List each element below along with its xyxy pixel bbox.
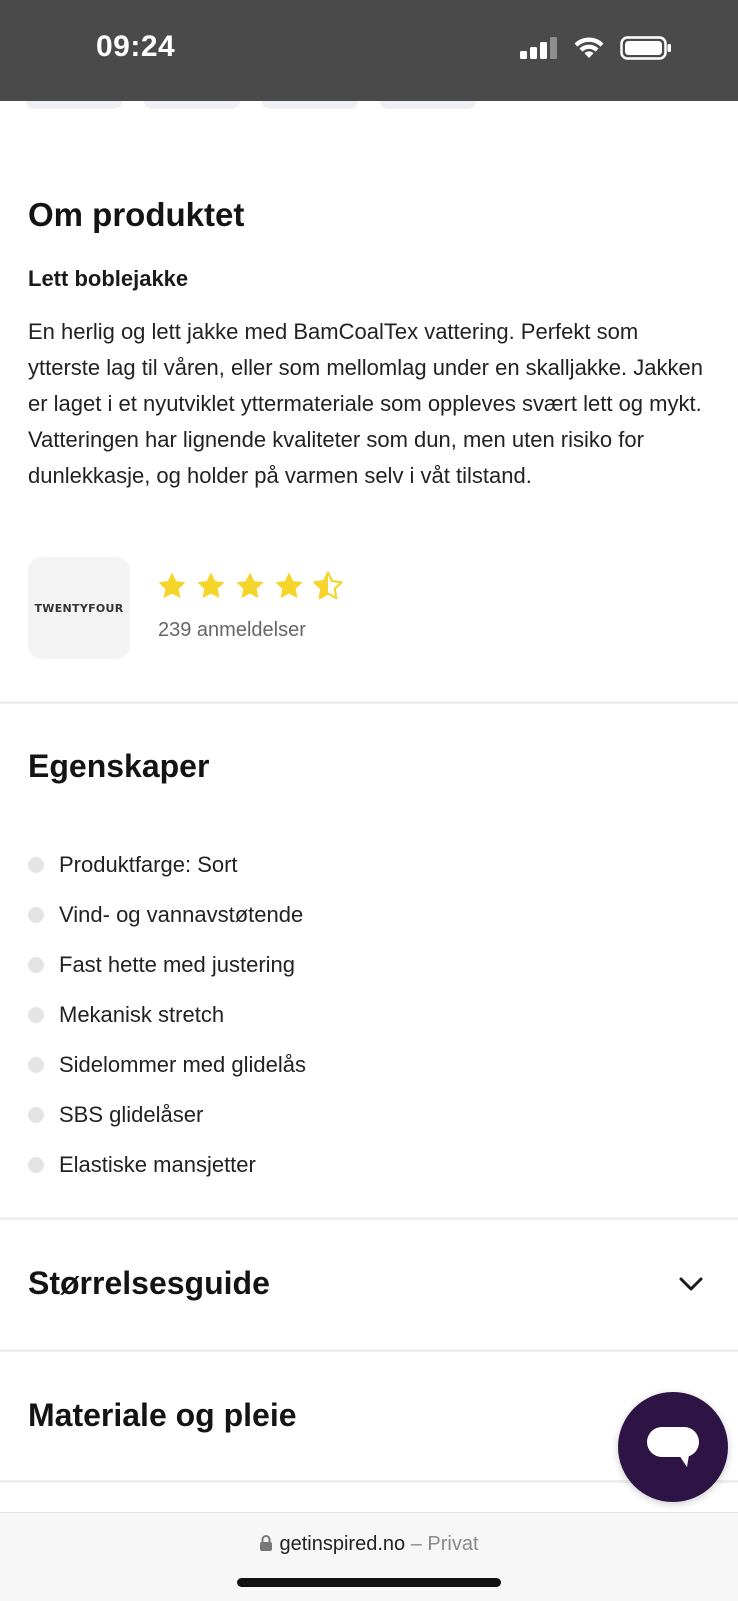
list-item: Fast hette med justering <box>28 940 306 990</box>
home-indicator[interactable] <box>237 1578 501 1587</box>
section-divider <box>0 701 738 704</box>
brand-logo-card[interactable]: TWENTYFOUR <box>28 557 130 659</box>
about-title: Om produktet <box>28 196 245 233</box>
list-item: Produktfarge: Sort <box>28 840 306 890</box>
swatch[interactable] <box>262 101 358 109</box>
chat-button[interactable] <box>618 1392 728 1502</box>
product-subtitle: Lett boblejakke <box>28 266 189 291</box>
bullet-dot <box>28 1157 44 1173</box>
bullet-dot <box>28 857 44 873</box>
list-item: Elastiske mansjetter <box>28 1140 306 1190</box>
bullet-dot <box>28 1007 44 1023</box>
url-domain: getinspired.no <box>279 1533 406 1555</box>
swatch[interactable] <box>144 101 240 109</box>
bullet-dot <box>28 957 44 973</box>
swatch[interactable] <box>26 101 122 109</box>
star-icon <box>236 572 264 599</box>
bullet-dot <box>28 907 44 923</box>
size-guide-accordion[interactable]: Størrelsesguide <box>0 1220 738 1348</box>
list-item: Vind- og vannavstøtende <box>28 890 306 940</box>
color-swatches-strip <box>0 101 738 113</box>
status-time: 09:24 <box>96 30 176 63</box>
features-title: Egenskaper <box>28 748 210 784</box>
half-star-icon <box>313 571 343 600</box>
list-item: Mekanisk stretch <box>28 990 306 1040</box>
browser-address-bar[interactable]: getinspired.no – Privat <box>0 1512 738 1601</box>
list-item: SBS glidelåser <box>28 1090 306 1140</box>
privacy-label: – Privat <box>410 1533 479 1555</box>
status-bar: 09:24 <box>0 0 738 101</box>
signal-icon <box>520 37 557 59</box>
wifi-icon <box>574 37 604 58</box>
bullet-dot <box>28 1107 44 1123</box>
star-icon <box>197 572 225 599</box>
battery-icon <box>620 36 671 60</box>
lock-icon <box>260 1535 273 1551</box>
product-description: En herlig og lett jakke med BamCoalTex v… <box>28 319 703 488</box>
section-divider <box>0 1480 738 1483</box>
list-item: Sidelommer med glidelås <box>28 1040 306 1090</box>
chat-bubble-icon <box>647 1427 699 1467</box>
material-care-title: Materiale og pleie <box>28 1397 297 1433</box>
swatch[interactable] <box>380 101 476 109</box>
features-list: Produktfarge: Sort Vind- og vannavstøten… <box>28 840 306 1190</box>
rating-stars[interactable] <box>156 570 344 602</box>
size-guide-title: Størrelsesguide <box>28 1265 270 1301</box>
chevron-down-icon[interactable] <box>678 1272 704 1296</box>
star-icon <box>275 572 303 599</box>
status-icons <box>520 36 672 60</box>
url-line[interactable]: getinspired.no – Privat <box>0 1533 738 1556</box>
bullet-dot <box>28 1057 44 1073</box>
brand-logo: TWENTYFOUR <box>34 601 124 615</box>
star-icon <box>158 572 186 599</box>
reviews-count[interactable]: 239 anmeldelser <box>158 619 306 642</box>
